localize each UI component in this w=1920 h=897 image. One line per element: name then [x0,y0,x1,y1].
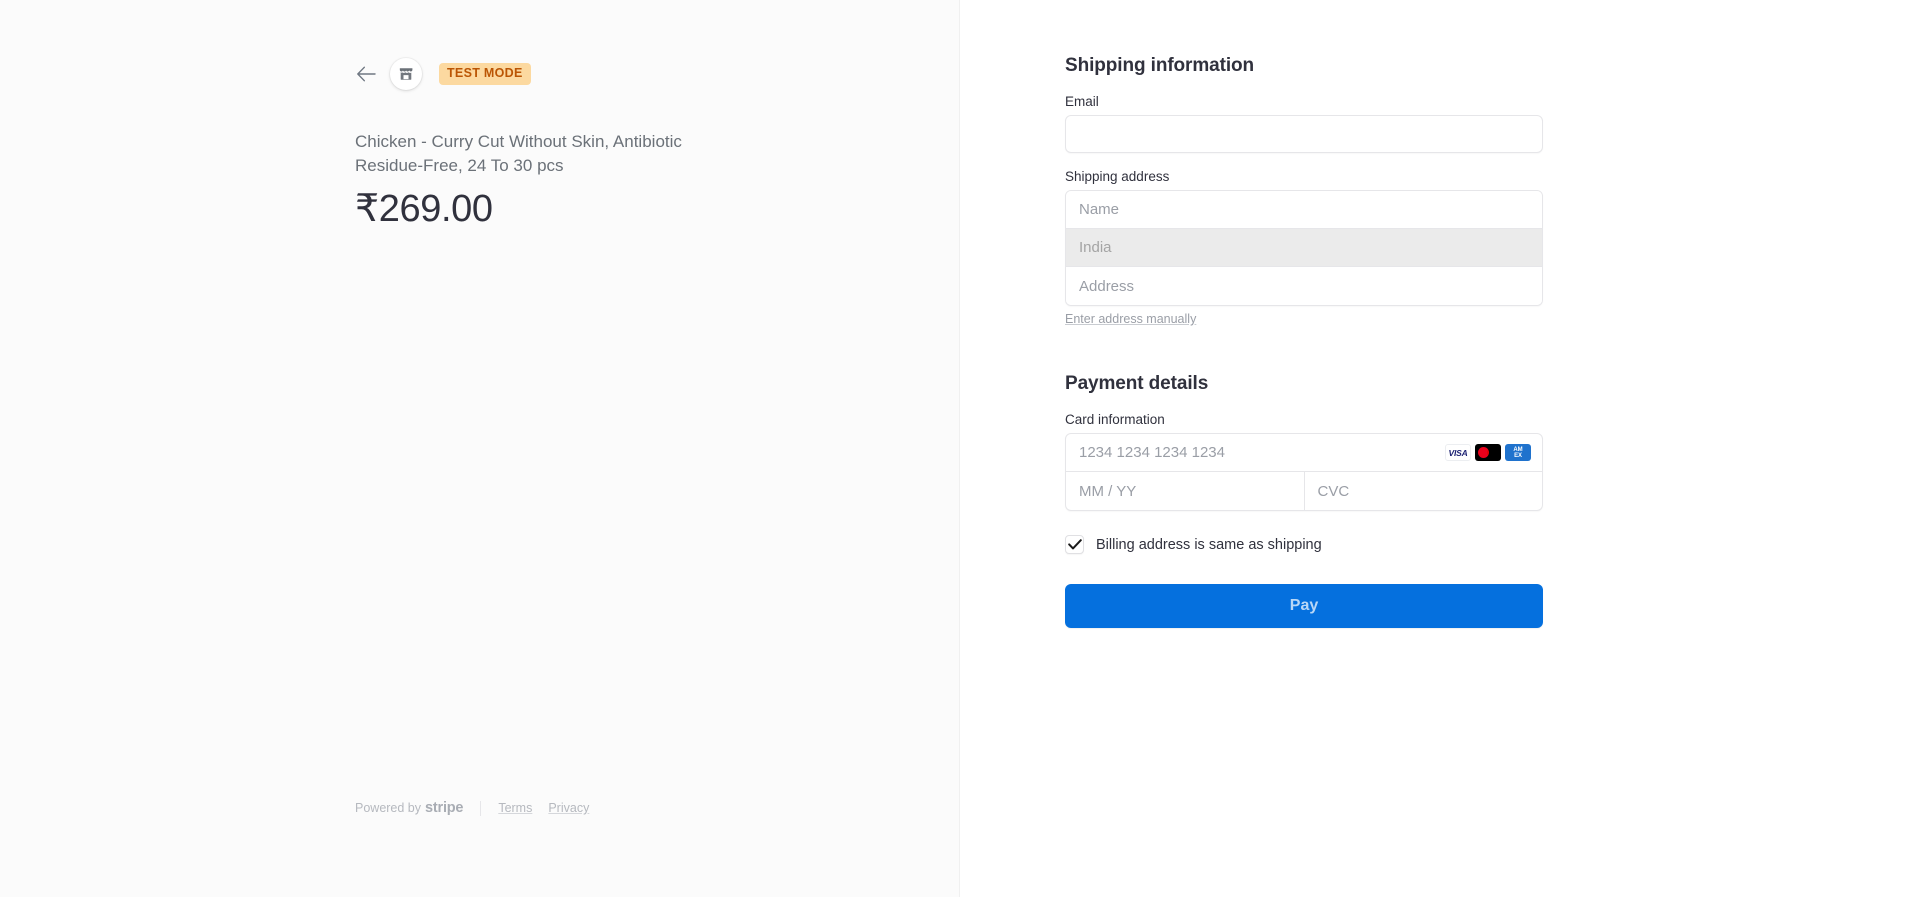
footer-divider [480,800,482,816]
card-brand-icons: VISA AM EX [1445,444,1542,461]
back-arrow-icon[interactable] [355,63,377,85]
summary-footer: Powered by stripe Terms Privacy [355,800,589,816]
email-input[interactable] [1065,115,1543,153]
card-cvc-input[interactable] [1304,472,1542,510]
privacy-link[interactable]: Privacy [548,801,589,815]
visa-icon-text: VISA [1448,447,1468,458]
payment-form-panel: Shipping information Email Shipping addr… [960,0,1920,897]
form-content: Shipping information Email Shipping addr… [1065,55,1543,628]
amex-icon: AM EX [1505,444,1531,461]
mastercard-orange-circle [1487,447,1498,458]
expiry-cell[interactable] [1066,472,1305,510]
shipping-address-label: Shipping address [1065,169,1170,184]
name-row[interactable] [1066,191,1542,229]
merchant-avatar[interactable] [390,58,422,90]
card-fields-container: VISA AM EX [1065,433,1543,511]
mastercard-icon [1475,444,1501,461]
powered-by-label: Powered by [355,801,422,815]
stripe-checkout-page: TEST MODE Chicken - Curry Cut Without Sk… [0,0,1920,897]
powered-by-stripe[interactable]: Powered by stripe [355,800,464,816]
cvc-cell[interactable] [1304,472,1542,510]
payment-details-title: Payment details [1065,373,1209,394]
pay-button[interactable]: Pay [1065,584,1543,628]
address-row[interactable] [1066,267,1542,305]
product-price: ₹269.00 [355,188,493,231]
card-expiry-input[interactable] [1066,472,1304,510]
name-input[interactable] [1066,191,1542,228]
test-mode-badge: TEST MODE [439,63,531,85]
email-label: Email [1065,94,1099,109]
store-icon [398,66,414,82]
enter-address-manually-link[interactable]: Enter address manually [1065,312,1196,326]
address-input[interactable] [1066,267,1542,305]
summary-content: TEST MODE Chicken - Curry Cut Without Sk… [355,0,825,233]
shipping-information-title: Shipping information [1065,55,1255,76]
country-row[interactable] [1066,229,1542,267]
billing-same-label: Billing address is same as shipping [1096,536,1322,553]
address-fields-container [1065,190,1543,306]
product-name: Chicken - Curry Cut Without Skin, Antibi… [355,132,682,176]
card-information-group: Card information VISA [1065,412,1543,511]
merchant-header: TEST MODE [355,0,825,90]
visa-icon: VISA [1445,444,1471,461]
terms-link[interactable]: Terms [498,801,532,815]
stripe-logo-text: stripe [425,800,464,816]
email-field-group: Email [1065,94,1543,153]
checkmark-icon [1067,539,1082,550]
card-information-label: Card information [1065,412,1165,427]
order-summary-panel: TEST MODE Chicken - Curry Cut Without Sk… [0,0,960,897]
card-number-row[interactable]: VISA AM EX [1066,434,1542,472]
billing-same-as-shipping-row[interactable]: Billing address is same as shipping [1065,535,1543,554]
shipping-address-group: Shipping address Enter address manually [1065,169,1543,328]
footer-links: Terms Privacy [498,801,589,815]
country-input[interactable] [1066,229,1542,266]
amex-icon-line2: EX [1514,452,1522,459]
billing-same-checkbox[interactable] [1065,535,1084,554]
card-expiry-cvc-row [1066,472,1542,510]
card-number-input[interactable] [1066,434,1445,471]
